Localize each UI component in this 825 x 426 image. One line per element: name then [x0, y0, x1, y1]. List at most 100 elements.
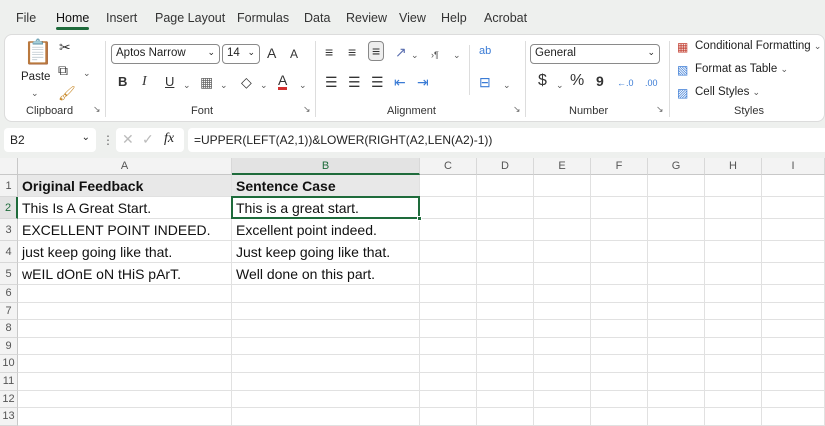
chevron-down-icon[interactable]: ⌄	[82, 132, 90, 143]
row-header-9[interactable]: 9	[0, 337, 18, 356]
cell-f10[interactable]	[591, 355, 648, 373]
cell-e1[interactable]	[534, 175, 591, 197]
merge-dropdown-icon[interactable]: ⌄	[503, 77, 511, 93]
rtl-icon[interactable]: ›¶	[431, 47, 439, 63]
enter-icon[interactable]: ✓	[142, 131, 154, 148]
cell-f11[interactable]	[591, 373, 648, 391]
cell-d2[interactable]	[477, 197, 534, 219]
cell-f5[interactable]	[591, 263, 648, 285]
cell-f2[interactable]	[591, 197, 648, 219]
increase-decimal-button[interactable]: ←.0	[617, 75, 634, 91]
cell-a6[interactable]	[18, 285, 232, 303]
row-header-8[interactable]: 8	[0, 320, 18, 338]
cell-c5[interactable]	[420, 263, 477, 285]
cell-a11[interactable]	[18, 373, 232, 391]
cell-i9[interactable]	[762, 337, 825, 356]
tab-page-layout[interactable]: Page Layout	[155, 11, 225, 25]
tab-data[interactable]: Data	[304, 11, 330, 25]
cell-h5[interactable]	[705, 263, 762, 285]
align-top-icon[interactable]: ≡	[325, 44, 333, 60]
cell-g11[interactable]	[648, 373, 705, 391]
row-header-11[interactable]: 11	[0, 373, 18, 391]
cell-c3[interactable]	[420, 219, 477, 241]
column-header-a[interactable]: A	[18, 158, 232, 175]
cell-g10[interactable]	[648, 355, 705, 373]
cell-e8[interactable]	[534, 320, 591, 338]
cell-f12[interactable]	[591, 390, 648, 409]
font-color-button[interactable]: A	[278, 73, 288, 90]
cell-styles-button[interactable]: Cell Styles ⌄	[695, 86, 760, 98]
cell-f4[interactable]	[591, 241, 648, 263]
decrease-decimal-button[interactable]: .00	[645, 75, 658, 91]
cell-h2[interactable]	[705, 197, 762, 219]
cell-b3[interactable]: Excellent point indeed.	[232, 219, 420, 241]
cell-i12[interactable]	[762, 390, 825, 409]
underline-button[interactable]: U	[165, 74, 174, 90]
tab-acrobat[interactable]: Acrobat	[484, 11, 527, 25]
cell-b12[interactable]	[232, 390, 420, 409]
cell-b6[interactable]	[232, 285, 420, 303]
cell-d6[interactable]	[477, 285, 534, 303]
cell-d7[interactable]	[477, 302, 534, 321]
bold-button[interactable]: B	[118, 74, 127, 90]
cell-b8[interactable]	[232, 320, 420, 338]
orientation-icon[interactable]: ↗	[395, 44, 407, 60]
tab-file[interactable]: File	[16, 11, 36, 25]
column-header-f[interactable]: F	[591, 158, 648, 175]
cell-d10[interactable]	[477, 355, 534, 373]
cell-a10[interactable]	[18, 355, 232, 373]
row-header-1[interactable]: 1	[0, 175, 18, 197]
font-size-select[interactable]: 14 ⌄	[222, 44, 260, 64]
cell-g1[interactable]	[648, 175, 705, 197]
cell-a12[interactable]	[18, 390, 232, 409]
cell-f3[interactable]	[591, 219, 648, 241]
cell-e3[interactable]	[534, 219, 591, 241]
cell-f7[interactable]	[591, 302, 648, 321]
conditional-formatting-button[interactable]: Conditional Formatting ⌄	[695, 40, 821, 52]
cell-h10[interactable]	[705, 355, 762, 373]
cell-e2[interactable]	[534, 197, 591, 219]
cell-i13[interactable]	[762, 408, 825, 426]
tab-home[interactable]: Home	[56, 11, 90, 30]
cell-b2[interactable]: This is a great start.	[232, 197, 420, 219]
cell-d1[interactable]	[477, 175, 534, 197]
cell-c2[interactable]	[420, 197, 477, 219]
cell-h8[interactable]	[705, 320, 762, 338]
column-header-c[interactable]: C	[420, 158, 477, 175]
font-launcher-icon[interactable]: ↘	[303, 104, 311, 115]
alignment-launcher-icon[interactable]: ↘	[513, 104, 521, 115]
cell-h11[interactable]	[705, 373, 762, 391]
cell-i2[interactable]	[762, 197, 825, 219]
cell-e11[interactable]	[534, 373, 591, 391]
copy-dropdown-icon[interactable]: ⌄	[83, 65, 91, 81]
tab-insert[interactable]: Insert	[106, 11, 137, 25]
comma-style-button[interactable]: 9	[596, 73, 604, 89]
wrap-text-button[interactable]: ab	[479, 43, 491, 59]
cell-b1[interactable]: Sentence Case	[232, 175, 420, 197]
cell-i7[interactable]	[762, 302, 825, 321]
cell-g4[interactable]	[648, 241, 705, 263]
cell-i3[interactable]	[762, 219, 825, 241]
number-launcher-icon[interactable]: ↘	[656, 104, 664, 115]
fill-handle[interactable]	[417, 216, 422, 221]
fill-color-icon[interactable]: ◇	[241, 74, 252, 90]
cell-d9[interactable]	[477, 337, 534, 356]
cell-e9[interactable]	[534, 337, 591, 356]
borders-icon[interactable]: ▦	[200, 74, 213, 90]
row-header-10[interactable]: 10	[0, 355, 18, 373]
formula-input[interactable]: =UPPER(LEFT(A2,1))&LOWER(RIGHT(A2,LEN(A2…	[188, 128, 825, 152]
cell-d5[interactable]	[477, 263, 534, 285]
increase-indent-icon[interactable]: ⇥	[417, 74, 429, 90]
cell-h4[interactable]	[705, 241, 762, 263]
format-as-table-button[interactable]: Format as Table ⌄	[695, 63, 788, 75]
cell-b13[interactable]	[232, 408, 420, 426]
cell-i11[interactable]	[762, 373, 825, 391]
tab-review[interactable]: Review	[346, 11, 387, 25]
row-header-5[interactable]: 5	[0, 263, 18, 285]
currency-dropdown-icon[interactable]: ⌄	[556, 77, 564, 93]
cell-b9[interactable]	[232, 337, 420, 356]
cell-e6[interactable]	[534, 285, 591, 303]
currency-button[interactable]: $	[538, 73, 547, 89]
cell-g8[interactable]	[648, 320, 705, 338]
cell-c7[interactable]	[420, 302, 477, 321]
